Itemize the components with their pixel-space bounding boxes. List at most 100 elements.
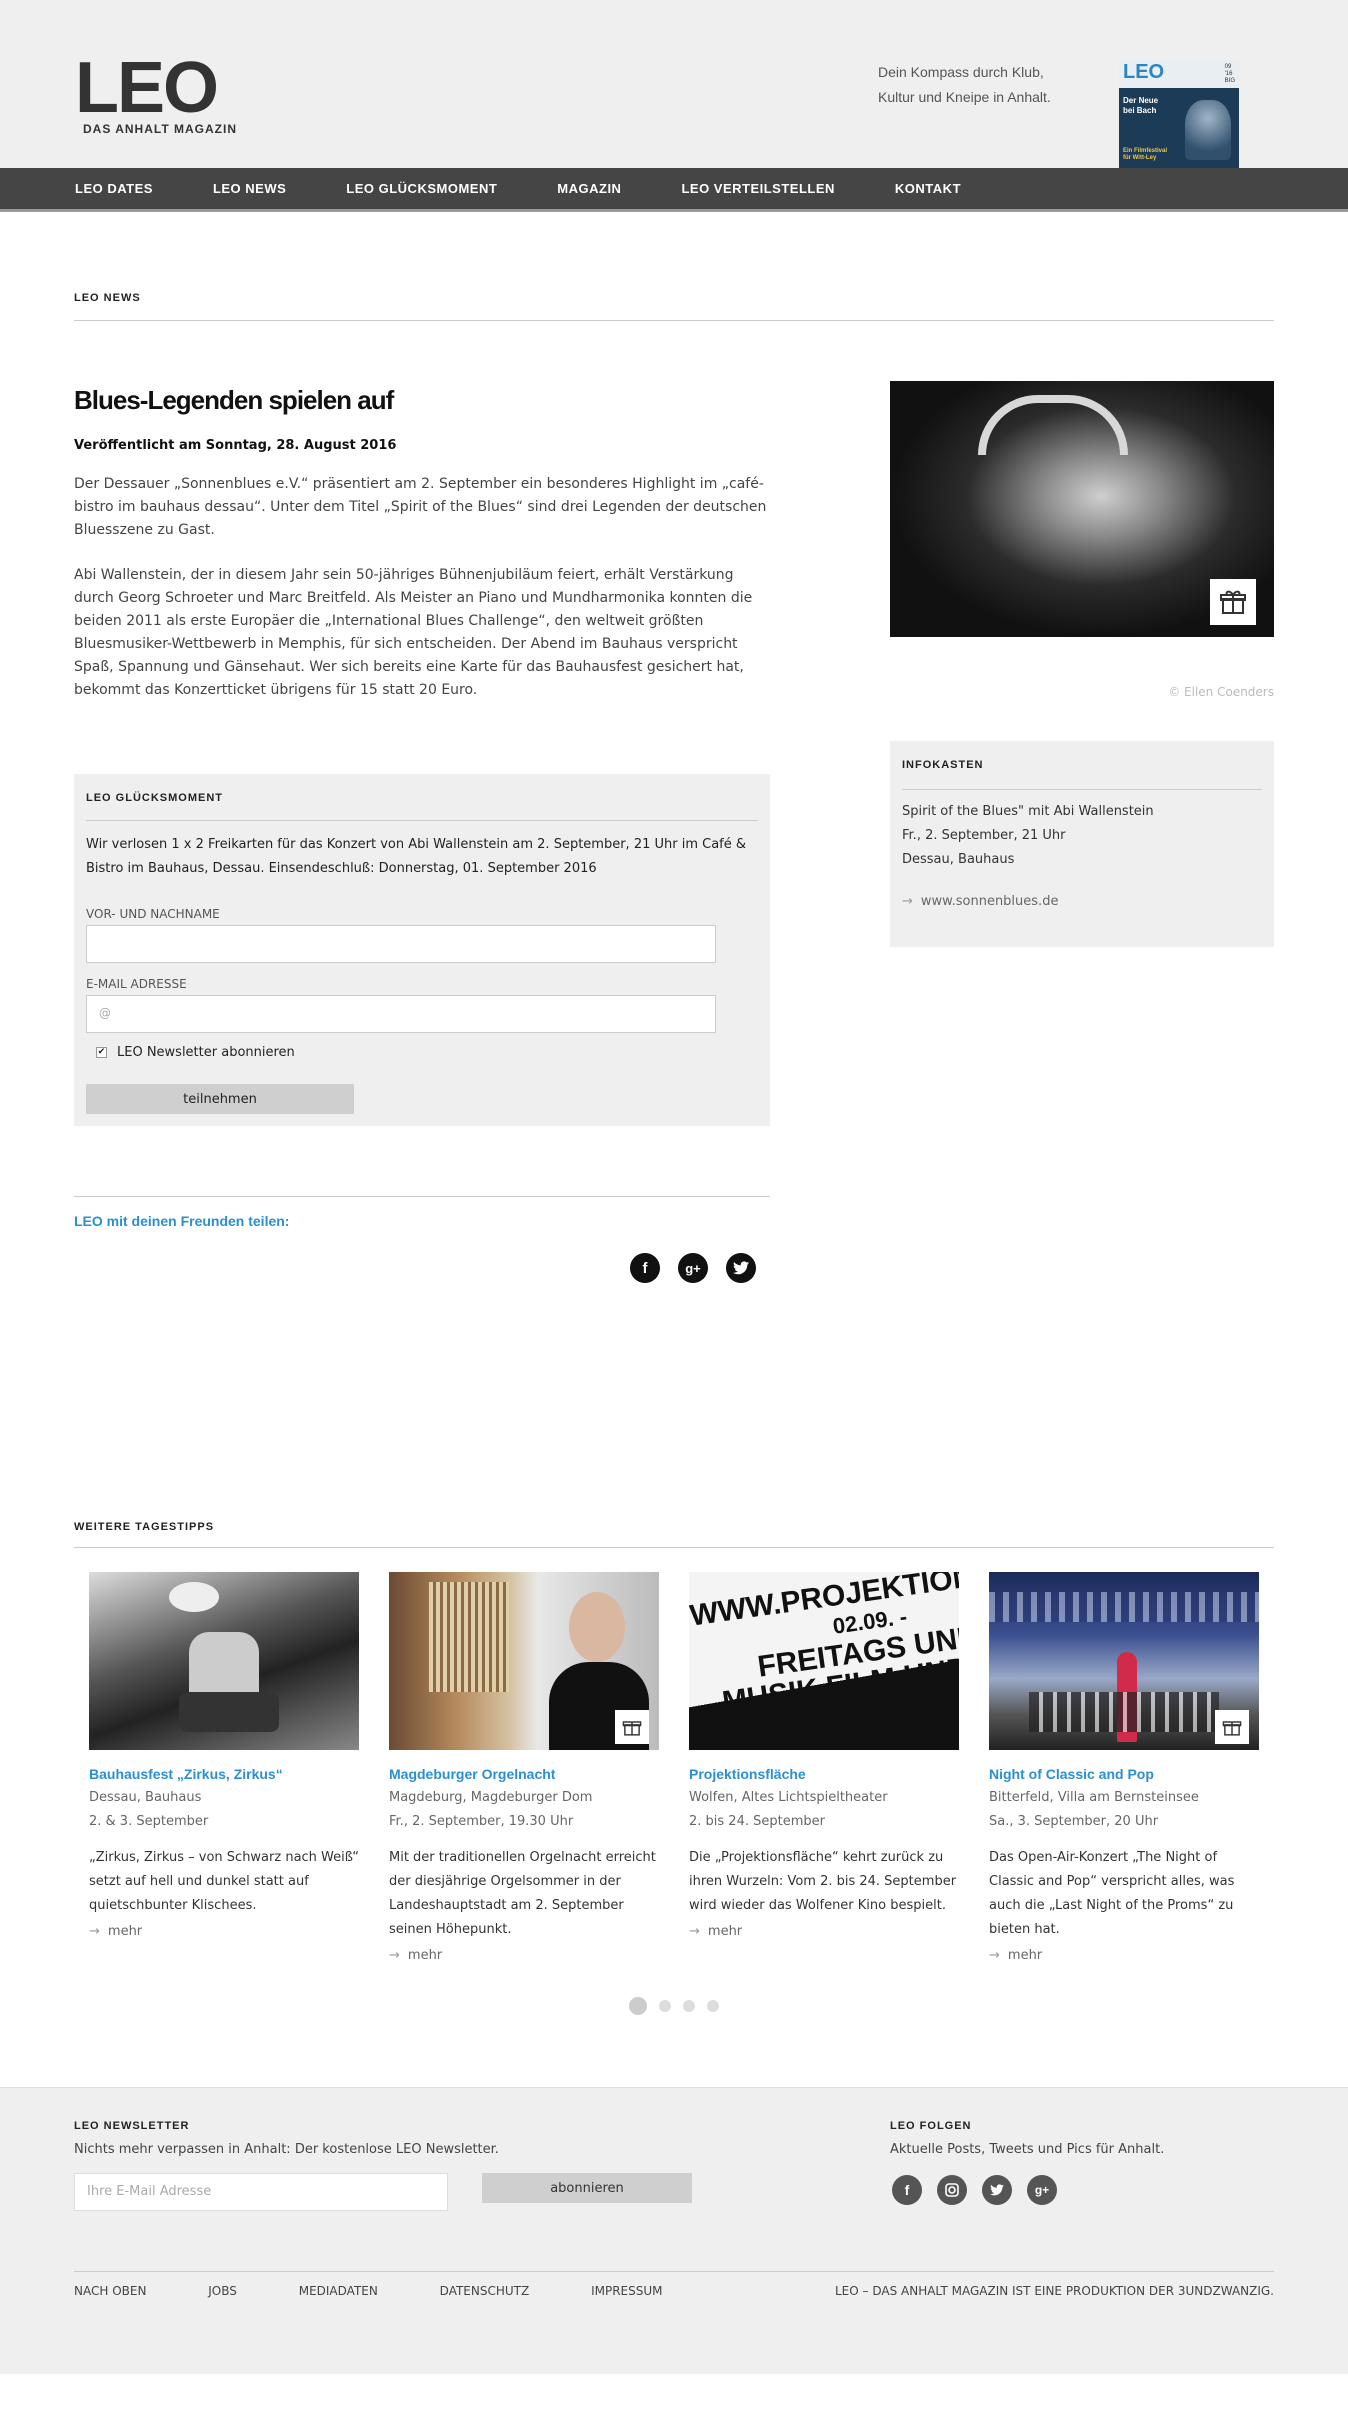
tip-description: „Zirkus, Zirkus – von Schwarz nach Weiß“… [89,1850,359,1913]
newsletter-checkbox-row[interactable]: ✔ LEO Newsletter abonnieren [96,1045,758,1060]
infokasten-heading: INFOKASTEN [902,759,1262,790]
instagram-icon[interactable] [937,2175,967,2205]
tip-image[interactable] [89,1572,359,1750]
article-paragraph-1: Der Dessauer „Sonnenblues e.V.“ präsenti… [74,476,767,538]
tip-image[interactable] [989,1572,1259,1750]
tip-date: Sa., 3. September, 20 Uhr [989,1814,1159,1829]
tip-description: Die „Projektionsfläche“ kehrt zurück zu … [689,1850,957,1913]
footer-link-nach-oben[interactable]: NACH OBEN [74,2284,146,2298]
tip-title[interactable]: Projektionsfläche [689,1766,959,1782]
infokasten-event: Spirit of the Blues" mit Abi Wallenstein [902,804,1154,819]
footer-links: NACH OBEN JOBS MEDIADATEN DATENSCHUTZ IM… [74,2284,720,2298]
tip-more-link[interactable]: → mehr [89,1924,359,1939]
article-date: Veröffentlicht am Sonntag, 28. August 20… [74,438,397,453]
tip-card[interactable]: WWW.PROJEKTIONS 02.09. - FREITAGS UND MU… [689,1572,959,1963]
twitter-icon[interactable] [726,1253,756,1283]
tip-meta: Dessau, Bauhaus 2. & 3. September [89,1786,359,1834]
carousel-dot-3[interactable] [683,2000,695,2012]
cover-issue: 09 '16 BIG [1224,64,1235,84]
tip-title[interactable]: Magdeburger Orgelnacht [389,1766,659,1782]
footer-row: LEO NEWSLETTER Nichts mehr verpassen in … [74,2120,1274,2211]
tip-description: Das Open-Air-Konzert „The Night of Class… [989,1850,1235,1937]
section-heading-tips: WEITERE TAGESTIPPS [74,1521,1274,1548]
nav-kontakt[interactable]: KONTAKT [895,181,961,196]
tip-card[interactable]: Bauhausfest „Zirkus, Zirkus“ Dessau, Bau… [89,1572,359,1963]
site-footer: LEO NEWSLETTER Nichts mehr verpassen in … [0,2087,1348,2374]
article-photo[interactable] [890,381,1274,637]
email-input[interactable]: @ [86,995,716,1033]
twitter-icon[interactable] [982,2175,1012,2205]
photo-credit: © Ellen Coenders [1168,685,1274,699]
infokasten-link[interactable]: → www.sonnenblues.de [902,894,1262,909]
section-heading-news: LEO NEWS [74,292,1274,321]
facebook-icon[interactable]: f [892,2175,922,2205]
tip-meta: Bitterfeld, Villa am Bernsteinsee Sa., 3… [989,1786,1259,1834]
carousel-dot-4[interactable] [707,2000,719,2012]
footer-newsletter-text: Nichts mehr verpassen in Anhalt: Der kos… [74,2142,499,2157]
tip-more-link[interactable]: → mehr [689,1924,959,1939]
arrow-right-icon: → [389,1948,400,1963]
article-aside: © Ellen Coenders INFOKASTEN Spirit of th… [890,381,1274,1283]
arrow-right-icon: → [902,894,913,909]
footer-follow: LEO FOLGEN Aktuelle Posts, Tweets und Pi… [890,2120,1274,2211]
gift-icon[interactable] [615,1710,649,1744]
gift-icon[interactable] [1210,579,1256,625]
tip-title[interactable]: Bauhausfest „Zirkus, Zirkus“ [89,1766,359,1782]
tip-card[interactable]: Night of Classic and Pop Bitterfeld, Vil… [989,1572,1259,1963]
newsletter-email-input[interactable]: Ihre E-Mail Adresse [74,2173,448,2211]
tip-more-link[interactable]: → mehr [389,1948,659,1963]
share-label: LEO mit deinen Freunden teilen: [74,1213,290,1229]
footer-link-mediadaten[interactable]: MEDIADATEN [299,2284,378,2298]
nav-magazin[interactable]: MAGAZIN [557,181,621,196]
footer-credit: LEO – DAS ANHALT MAGAZIN IST EINE PRODUK… [835,2284,1274,2298]
carousel-dot-2[interactable] [659,2000,671,2012]
share-icons: f g+ [74,1253,770,1283]
newsletter-form: Ihre E-Mail Adresse abonnieren [74,2173,724,2211]
tip-more-link[interactable]: → mehr [989,1948,1259,1963]
social-icons: f g+ [892,2175,1274,2205]
tip-place: Bitterfeld, Villa am Bernsteinsee [989,1790,1199,1805]
name-field-label: VOR- UND NACHNAME [86,907,220,921]
newsletter-checkbox-label: LEO Newsletter abonnieren [117,1045,295,1060]
newsletter-checkbox[interactable]: ✔ [96,1047,107,1058]
tip-place: Dessau, Bauhaus [89,1790,202,1805]
tip-card[interactable]: Magdeburger Orgelnacht Magdeburg, Magdeb… [389,1572,659,1963]
tip-description: Mit der traditionellen Orgelnacht erreic… [389,1850,656,1937]
tip-image[interactable]: WWW.PROJEKTIONS 02.09. - FREITAGS UND MU… [689,1572,959,1750]
google-plus-icon[interactable]: g+ [678,1253,708,1283]
tip-image[interactable] [389,1572,659,1750]
carousel-dot-1[interactable] [629,1997,647,2015]
main-content: LEO NEWS Blues-Legenden spielen auf Verö… [74,292,1274,2015]
nav-leo-verteilstellen[interactable]: LEO VERTEILSTELLEN [681,181,834,196]
magazine-cover[interactable]: LEO 09 '16 BIG Der Neue bei Bach Ein Fil… [1119,60,1239,168]
submit-contest-button[interactable]: teilnehmen [86,1084,354,1114]
tip-date: 2. & 3. September [89,1814,209,1829]
footer-link-jobs[interactable]: JOBS [208,2284,237,2298]
tip-date: Fr., 2. September, 19.30 Uhr [389,1814,574,1829]
google-plus-icon[interactable]: g+ [1027,2175,1057,2205]
arrow-right-icon: → [989,1948,1000,1963]
subscribe-button[interactable]: abonnieren [482,2173,692,2203]
footer-link-impressum[interactable]: IMPRESSUM [591,2284,662,2298]
site-header: LEO DAS ANHALT MAGAZIN Dein Kompass durc… [0,0,1348,168]
footer-link-datenschutz[interactable]: DATENSCHUTZ [440,2284,530,2298]
footer-nav: NACH OBEN JOBS MEDIADATEN DATENSCHUTZ IM… [74,2271,1274,2298]
tips-carousel: Bauhausfest „Zirkus, Zirkus“ Dessau, Bau… [74,1572,1274,1963]
site-logo[interactable]: LEO DAS ANHALT MAGAZIN [75,52,245,142]
tagline-line-2: Kultur und Kneipe in Anhalt. [878,89,1051,105]
name-input[interactable] [86,925,716,963]
cover-portrait [1185,100,1231,160]
tip-more-label: mehr [1007,1948,1043,1963]
photo-hat [978,395,1128,455]
cover-title: LEO [1123,61,1165,83]
nav-leo-dates[interactable]: LEO DATES [75,181,153,196]
nav-leo-gluecksmoment[interactable]: LEO GLÜCKSMOMENT [346,181,497,196]
tip-title[interactable]: Night of Classic and Pop [989,1766,1259,1782]
nav-leo-news[interactable]: LEO NEWS [213,181,286,196]
facebook-icon[interactable]: f [630,1253,660,1283]
footer-newsletter: LEO NEWSLETTER Nichts mehr verpassen in … [74,2120,724,2211]
infokasten-date: Fr., 2. September, 21 Uhr [902,828,1066,843]
gift-icon[interactable] [1215,1710,1249,1744]
cover-teaser-1: Ein Filmfestival [1123,148,1168,154]
tagline: Dein Kompass durch Klub, Kultur und Knei… [878,60,1078,110]
